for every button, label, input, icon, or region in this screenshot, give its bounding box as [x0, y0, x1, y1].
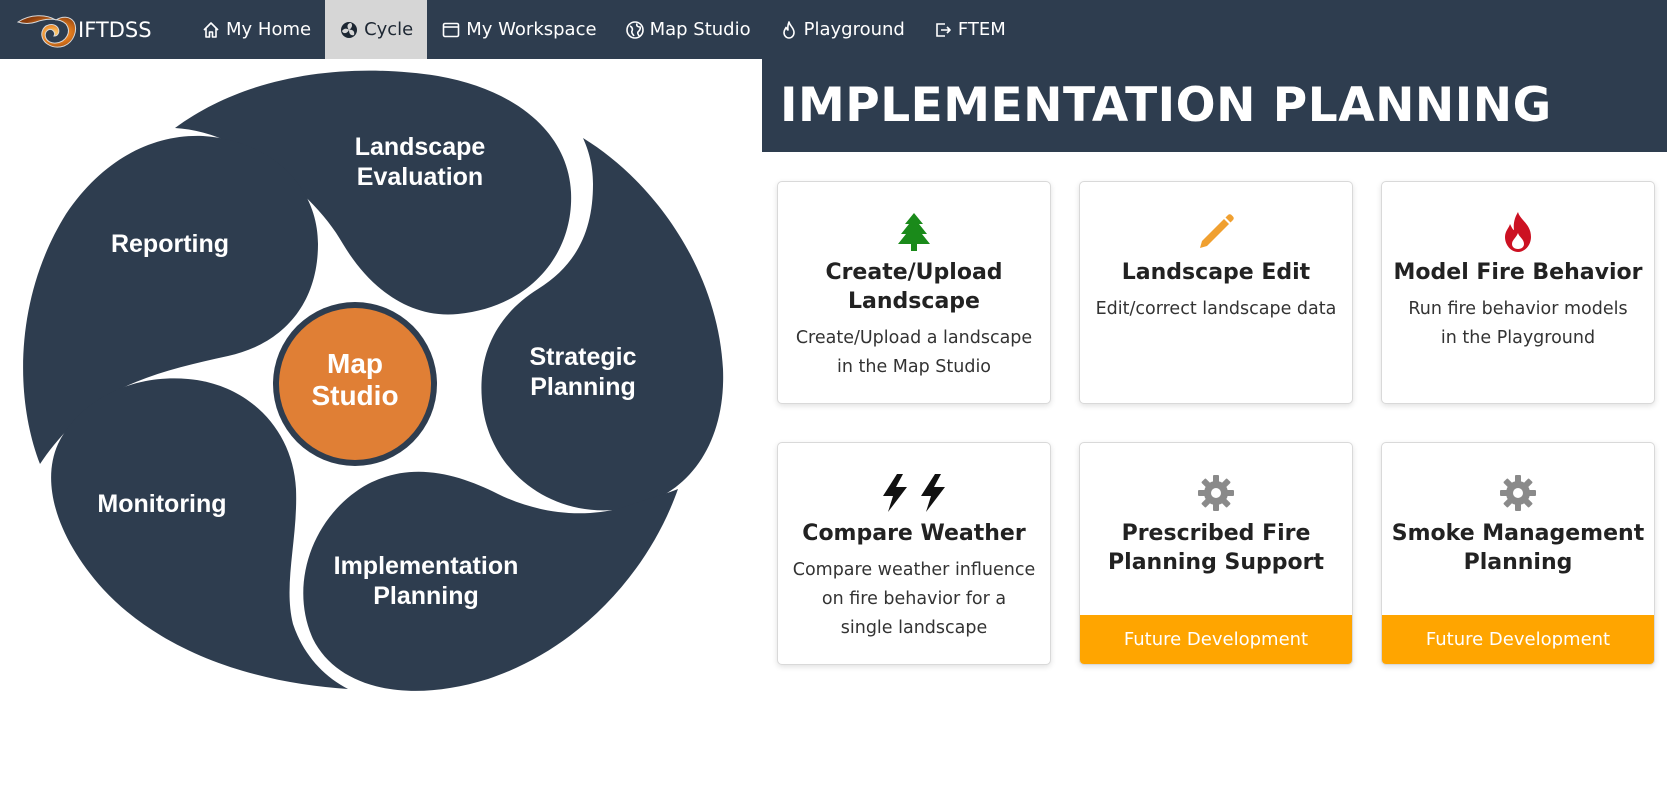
- nav-item-label: My Workspace: [466, 19, 597, 40]
- fire-icon: [779, 20, 799, 40]
- nav-item-ftem[interactable]: FTEM: [919, 0, 1020, 59]
- label-strategic-planning-2: Planning: [530, 373, 636, 401]
- label-map-studio-1: Map: [327, 348, 383, 379]
- label-landscape-evaluation-1: Landscape: [355, 133, 486, 161]
- gear-icon: [1080, 471, 1352, 515]
- globe-icon: [625, 20, 645, 40]
- page-title-bar: IMPLEMENTATION PLANNING: [762, 59, 1667, 152]
- nav-item-map-studio[interactable]: Map Studio: [611, 0, 765, 59]
- export-icon: [933, 20, 953, 40]
- home-icon: [201, 20, 221, 40]
- card-prescribed-fire-planning-support[interactable]: Prescribed Fire Planning Support Future …: [1079, 442, 1353, 665]
- window-icon: [441, 20, 461, 40]
- card-smoke-management-planning[interactable]: Smoke Management Planning Future Develop…: [1381, 442, 1655, 665]
- tree-icon: [778, 210, 1050, 254]
- future-development-banner: Future Development: [1080, 615, 1352, 664]
- label-implementation-planning-1: Implementation: [334, 552, 519, 580]
- card-title: Smoke Management Planning: [1391, 521, 1645, 575]
- label-landscape-evaluation-2: Evaluation: [357, 163, 483, 191]
- card-description: Compare weather influence on fire behavi…: [792, 560, 1036, 638]
- label-strategic-planning-1: Strategic: [530, 343, 637, 371]
- label-map-studio-2: Studio: [311, 380, 398, 411]
- card-title: Landscape Edit: [1121, 260, 1311, 285]
- pencil-icon: [1080, 210, 1352, 254]
- card-description: Create/Upload a landscape in the Map Stu…: [795, 328, 1033, 377]
- card-landscape-edit[interactable]: Landscape Edit Edit/correct landscape da…: [1079, 181, 1353, 404]
- nav-item-my-home[interactable]: My Home: [187, 0, 325, 59]
- label-reporting: Reporting: [111, 230, 229, 258]
- flame-swirl-logo-icon: [16, 14, 77, 47]
- label-implementation-planning-2: Planning: [373, 582, 479, 610]
- cycle-diagram: Landscape Evaluation Reporting Strategic…: [18, 64, 728, 732]
- nav-item-cycle[interactable]: Cycle: [325, 0, 428, 59]
- card-title: Model Fire Behavior: [1393, 260, 1643, 285]
- card-model-fire-behavior[interactable]: Model Fire Behavior Run fire behavior mo…: [1381, 181, 1655, 404]
- card-title: Compare Weather: [802, 521, 1026, 546]
- card-create-upload-landscape[interactable]: Create/Upload Landscape Create/Upload a …: [777, 181, 1051, 404]
- nav-item-playground[interactable]: Playground: [765, 0, 919, 59]
- card-title: Prescribed Fire Planning Support: [1108, 521, 1324, 575]
- future-development-banner: Future Development: [1382, 615, 1654, 664]
- nav-item-my-workspace[interactable]: My Workspace: [427, 0, 610, 59]
- label-monitoring: Monitoring: [97, 490, 226, 518]
- brand[interactable]: IFTDSS: [0, 0, 175, 59]
- nav-items: My Home Cycle My Workspace Map Studio Pl…: [187, 0, 1020, 59]
- cycle-icon: [339, 20, 359, 40]
- gear-icon: [1382, 471, 1654, 515]
- lightning-icon: [778, 471, 1050, 515]
- brand-name: IFTDSS: [78, 17, 152, 42]
- card-description: Run fire behavior models in the Playgrou…: [1408, 299, 1628, 348]
- fire-icon: [1382, 210, 1654, 254]
- nav-item-label: Map Studio: [649, 19, 751, 40]
- page-title: IMPLEMENTATION PLANNING: [780, 78, 1552, 133]
- nav-item-label: Playground: [803, 19, 905, 40]
- card-title: Create/Upload Landscape: [825, 260, 1003, 314]
- nav-item-label: FTEM: [957, 19, 1006, 40]
- card-description: Edit/correct landscape data: [1095, 299, 1337, 319]
- top-navbar: IFTDSS My Home Cycle My Workspace Map St…: [0, 0, 1667, 59]
- nav-item-label: My Home: [226, 19, 312, 40]
- card-compare-weather[interactable]: Compare Weather Compare weather influenc…: [777, 442, 1051, 665]
- nav-item-label: Cycle: [364, 19, 414, 40]
